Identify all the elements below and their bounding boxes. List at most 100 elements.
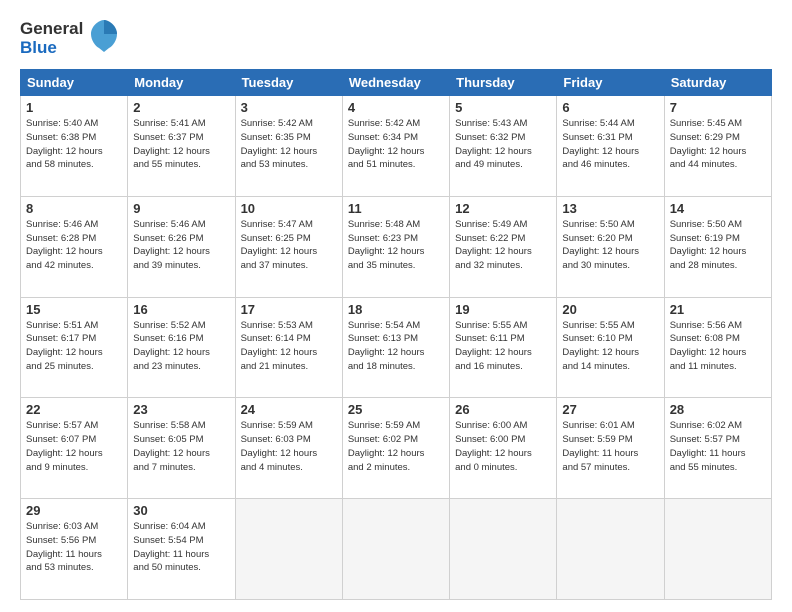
calendar-cell: 30 Sunrise: 6:04 AMSunset: 5:54 PMDayligh… bbox=[128, 499, 235, 600]
calendar-cell: 25 Sunrise: 5:59 AMSunset: 6:02 PMDayligh… bbox=[342, 398, 449, 499]
day-number: 8 bbox=[26, 201, 122, 216]
calendar-cell: 15 Sunrise: 5:51 AMSunset: 6:17 PMDayligh… bbox=[21, 297, 128, 398]
day-number: 27 bbox=[562, 402, 658, 417]
day-number: 3 bbox=[241, 100, 337, 115]
logo: General Blue bbox=[20, 18, 119, 59]
day-info: Sunrise: 5:56 AMSunset: 6:08 PMDaylight:… bbox=[670, 319, 766, 374]
day-number: 26 bbox=[455, 402, 551, 417]
day-number: 1 bbox=[26, 100, 122, 115]
day-info: Sunrise: 5:55 AMSunset: 6:10 PMDaylight:… bbox=[562, 319, 658, 374]
col-header-thursday: Thursday bbox=[450, 70, 557, 96]
logo-general: General bbox=[20, 20, 83, 39]
page: General Blue SundayMondayTuesdayWednesda… bbox=[0, 0, 792, 612]
calendar-cell bbox=[235, 499, 342, 600]
calendar-cell: 26 Sunrise: 6:00 AMSunset: 6:00 PMDayligh… bbox=[450, 398, 557, 499]
calendar-cell: 5 Sunrise: 5:43 AMSunset: 6:32 PMDaylight… bbox=[450, 96, 557, 197]
col-header-tuesday: Tuesday bbox=[235, 70, 342, 96]
logo-bird-icon bbox=[89, 18, 119, 59]
calendar-cell: 28 Sunrise: 6:02 AMSunset: 5:57 PMDayligh… bbox=[664, 398, 771, 499]
col-header-saturday: Saturday bbox=[664, 70, 771, 96]
calendar-cell bbox=[557, 499, 664, 600]
day-info: Sunrise: 5:52 AMSunset: 6:16 PMDaylight:… bbox=[133, 319, 229, 374]
calendar-cell: 7 Sunrise: 5:45 AMSunset: 6:29 PMDaylight… bbox=[664, 96, 771, 197]
calendar-cell: 20 Sunrise: 5:55 AMSunset: 6:10 PMDayligh… bbox=[557, 297, 664, 398]
day-info: Sunrise: 5:47 AMSunset: 6:25 PMDaylight:… bbox=[241, 218, 337, 273]
calendar-cell: 17 Sunrise: 5:53 AMSunset: 6:14 PMDayligh… bbox=[235, 297, 342, 398]
calendar-cell: 24Sunrise: 5:59 AMSunset: 6:03 PMDayligh… bbox=[235, 398, 342, 499]
day-number: 25 bbox=[348, 402, 444, 417]
day-number: 18 bbox=[348, 302, 444, 317]
calendar-cell: 13 Sunrise: 5:50 AMSunset: 6:20 PMDayligh… bbox=[557, 196, 664, 297]
day-info: Sunrise: 5:49 AMSunset: 6:22 PMDaylight:… bbox=[455, 218, 551, 273]
day-info: Sunrise: 5:57 AMSunset: 6:07 PMDaylight:… bbox=[26, 419, 122, 474]
calendar-cell bbox=[664, 499, 771, 600]
calendar-table: SundayMondayTuesdayWednesdayThursdayFrid… bbox=[20, 69, 772, 600]
day-number: 17 bbox=[241, 302, 337, 317]
calendar-cell: 18 Sunrise: 5:54 AMSunset: 6:13 PMDayligh… bbox=[342, 297, 449, 398]
day-info: Sunrise: 5:51 AMSunset: 6:17 PMDaylight:… bbox=[26, 319, 122, 374]
day-info: Sunrise: 5:53 AMSunset: 6:14 PMDaylight:… bbox=[241, 319, 337, 374]
calendar-cell: 1Sunrise: 5:40 AMSunset: 6:38 PMDaylight… bbox=[21, 96, 128, 197]
calendar-cell: 27Sunrise: 6:01 AMSunset: 5:59 PMDayligh… bbox=[557, 398, 664, 499]
day-number: 28 bbox=[670, 402, 766, 417]
day-number: 16 bbox=[133, 302, 229, 317]
day-number: 15 bbox=[26, 302, 122, 317]
col-header-sunday: Sunday bbox=[21, 70, 128, 96]
day-info: Sunrise: 5:42 AMSunset: 6:34 PMDaylight:… bbox=[348, 117, 444, 172]
day-number: 23 bbox=[133, 402, 229, 417]
day-number: 24 bbox=[241, 402, 337, 417]
day-info: Sunrise: 5:59 AMSunset: 6:02 PMDaylight:… bbox=[348, 419, 444, 474]
day-info: Sunrise: 5:44 AMSunset: 6:31 PMDaylight:… bbox=[562, 117, 658, 172]
calendar-cell: 10 Sunrise: 5:47 AMSunset: 6:25 PMDayligh… bbox=[235, 196, 342, 297]
day-info: Sunrise: 5:45 AMSunset: 6:29 PMDaylight:… bbox=[670, 117, 766, 172]
day-info: Sunrise: 5:54 AMSunset: 6:13 PMDaylight:… bbox=[348, 319, 444, 374]
calendar-cell: 11 Sunrise: 5:48 AMSunset: 6:23 PMDayligh… bbox=[342, 196, 449, 297]
col-header-wednesday: Wednesday bbox=[342, 70, 449, 96]
day-info: Sunrise: 5:55 AMSunset: 6:11 PMDaylight:… bbox=[455, 319, 551, 374]
day-number: 7 bbox=[670, 100, 766, 115]
day-number: 14 bbox=[670, 201, 766, 216]
calendar-cell: 2 Sunrise: 5:41 AMSunset: 6:37 PMDaylight… bbox=[128, 96, 235, 197]
calendar-cell: 22 Sunrise: 5:57 AMSunset: 6:07 PMDayligh… bbox=[21, 398, 128, 499]
day-info: Sunrise: 5:50 AMSunset: 6:20 PMDaylight:… bbox=[562, 218, 658, 273]
day-info: Sunrise: 5:41 AMSunset: 6:37 PMDaylight:… bbox=[133, 117, 229, 172]
day-info: Sunrise: 6:02 AMSunset: 5:57 PMDaylight:… bbox=[670, 419, 766, 474]
calendar-cell: 29Sunrise: 6:03 AMSunset: 5:56 PMDayligh… bbox=[21, 499, 128, 600]
day-number: 9 bbox=[133, 201, 229, 216]
day-number: 20 bbox=[562, 302, 658, 317]
day-number: 10 bbox=[241, 201, 337, 216]
day-number: 30 bbox=[133, 503, 229, 518]
day-info: Sunrise: 5:50 AMSunset: 6:19 PMDaylight:… bbox=[670, 218, 766, 273]
col-header-monday: Monday bbox=[128, 70, 235, 96]
day-number: 5 bbox=[455, 100, 551, 115]
col-header-friday: Friday bbox=[557, 70, 664, 96]
calendar-cell: 19 Sunrise: 5:55 AMSunset: 6:11 PMDayligh… bbox=[450, 297, 557, 398]
day-number: 29 bbox=[26, 503, 122, 518]
day-number: 19 bbox=[455, 302, 551, 317]
day-info: Sunrise: 5:58 AMSunset: 6:05 PMDaylight:… bbox=[133, 419, 229, 474]
calendar-cell: 8 Sunrise: 5:46 AMSunset: 6:28 PMDaylight… bbox=[21, 196, 128, 297]
day-info: Sunrise: 5:46 AMSunset: 6:28 PMDaylight:… bbox=[26, 218, 122, 273]
calendar-cell: 21 Sunrise: 5:56 AMSunset: 6:08 PMDayligh… bbox=[664, 297, 771, 398]
calendar-cell: 9 Sunrise: 5:46 AMSunset: 6:26 PMDaylight… bbox=[128, 196, 235, 297]
day-number: 12 bbox=[455, 201, 551, 216]
day-info: Sunrise: 6:00 AMSunset: 6:00 PMDaylight:… bbox=[455, 419, 551, 474]
calendar-cell bbox=[342, 499, 449, 600]
day-info: Sunrise: 6:04 AMSunset: 5:54 PMDaylight:… bbox=[133, 520, 229, 575]
day-number: 22 bbox=[26, 402, 122, 417]
calendar-cell: 23 Sunrise: 5:58 AMSunset: 6:05 PMDayligh… bbox=[128, 398, 235, 499]
day-number: 4 bbox=[348, 100, 444, 115]
day-info: Sunrise: 5:46 AMSunset: 6:26 PMDaylight:… bbox=[133, 218, 229, 273]
day-number: 13 bbox=[562, 201, 658, 216]
calendar-cell: 6Sunrise: 5:44 AMSunset: 6:31 PMDaylight… bbox=[557, 96, 664, 197]
calendar-cell: 4 Sunrise: 5:42 AMSunset: 6:34 PMDaylight… bbox=[342, 96, 449, 197]
calendar-cell: 12 Sunrise: 5:49 AMSunset: 6:22 PMDayligh… bbox=[450, 196, 557, 297]
calendar-cell bbox=[450, 499, 557, 600]
calendar-cell: 3Sunrise: 5:42 AMSunset: 6:35 PMDaylight… bbox=[235, 96, 342, 197]
day-info: Sunrise: 5:43 AMSunset: 6:32 PMDaylight:… bbox=[455, 117, 551, 172]
header: General Blue bbox=[20, 18, 772, 59]
day-info: Sunrise: 5:48 AMSunset: 6:23 PMDaylight:… bbox=[348, 218, 444, 273]
day-number: 11 bbox=[348, 201, 444, 216]
day-number: 21 bbox=[670, 302, 766, 317]
day-number: 2 bbox=[133, 100, 229, 115]
